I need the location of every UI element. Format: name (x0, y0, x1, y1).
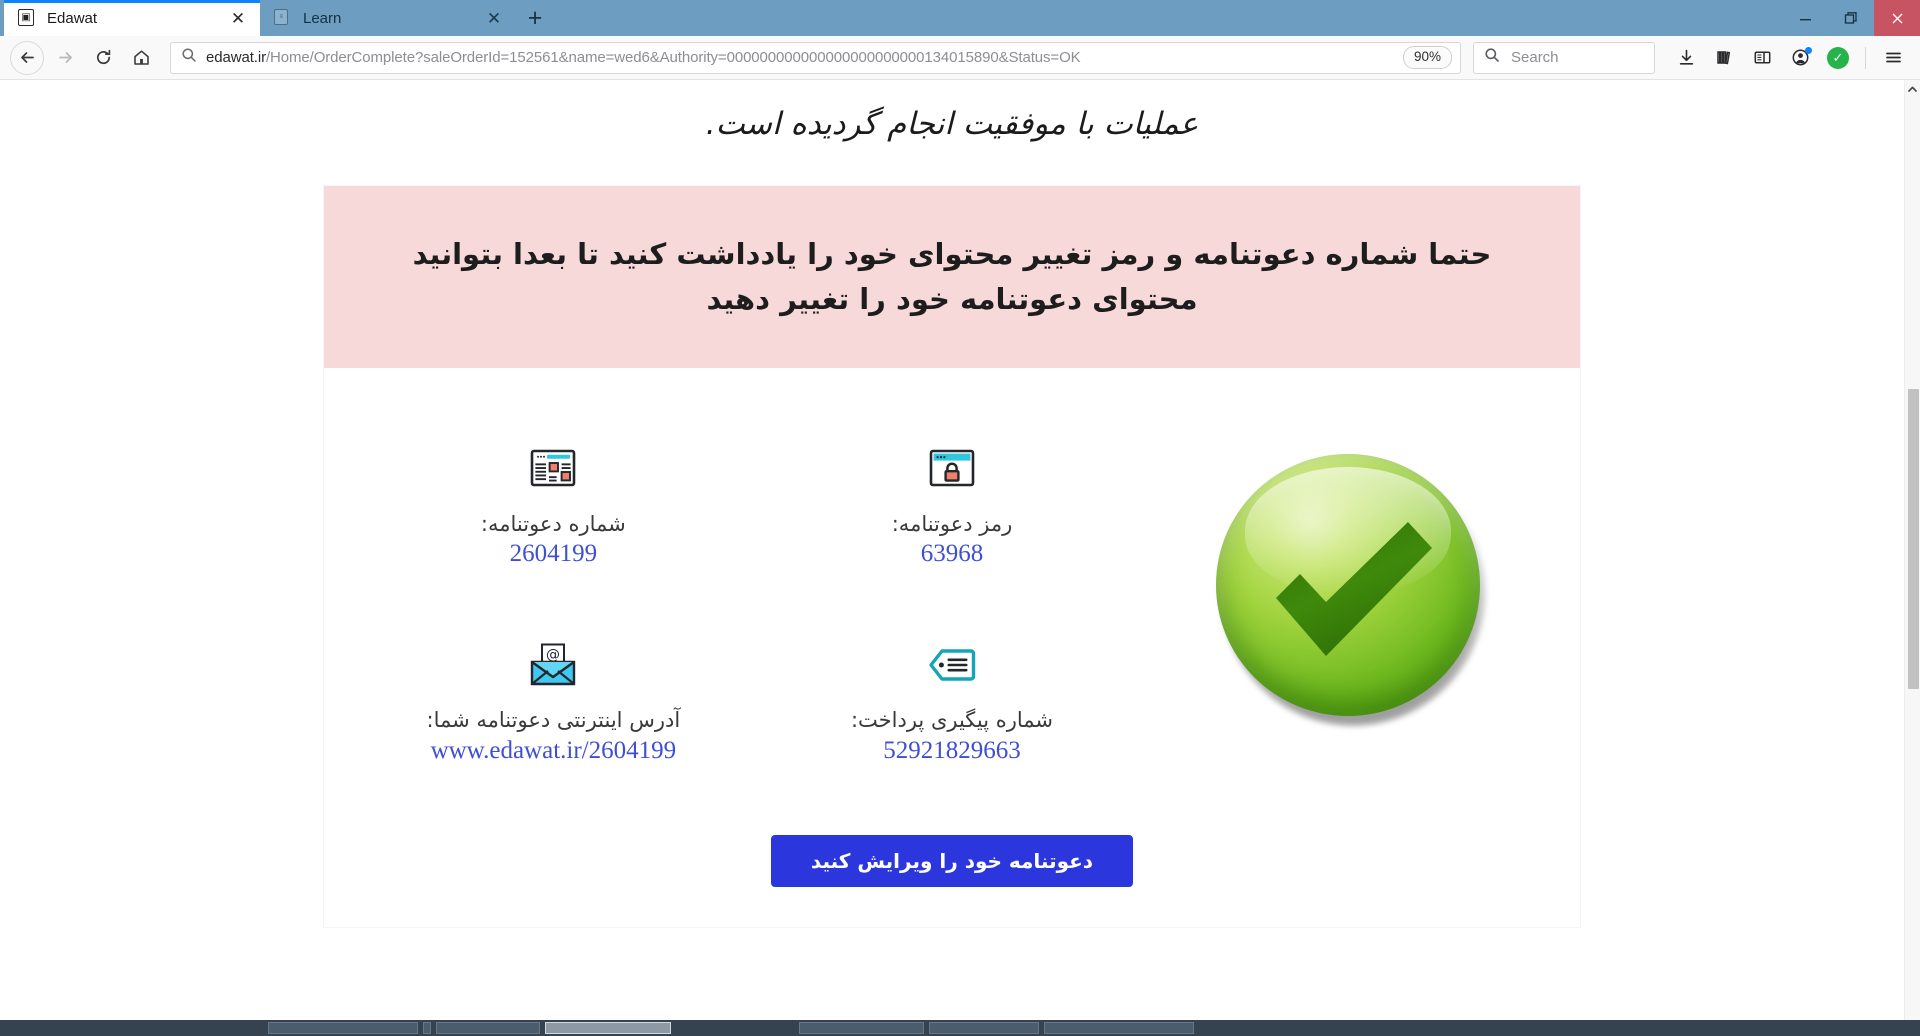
info-item-invitation-url: @ آدرس اینترنتی دعوتنامه شما: www.edawat… (354, 642, 753, 764)
search-bar[interactable]: Search (1473, 41, 1655, 74)
taskbar-item[interactable] (799, 1022, 924, 1034)
new-tab-button[interactable]: + (516, 0, 554, 36)
info-value: 52921829663 (883, 736, 1021, 764)
window-controls (1782, 0, 1920, 36)
result-card: حتما شماره دعوتنامه و رمز تغییر محتوای خ… (324, 186, 1580, 927)
downloads-icon[interactable] (1669, 41, 1703, 75)
page-title: عملیات با موفقیت انجام گردیده است. (705, 106, 1199, 142)
close-icon[interactable]: ✕ (228, 8, 248, 28)
titlebar: ▣ Edawat ✕ ≡ Learn ✕ + (0, 0, 1920, 36)
page-content: عملیات با موفقیت انجام گردیده است. حتما … (0, 80, 1904, 1036)
search-magnifier-icon (1484, 47, 1500, 68)
search-input[interactable]: Search (1511, 49, 1559, 66)
os-taskbar[interactable] (0, 1020, 1920, 1036)
taskbar-item[interactable] (929, 1022, 1039, 1034)
page-scrollbar[interactable] (1904, 80, 1920, 1036)
page-viewport: عملیات با موفقیت انجام گردیده است. حتما … (0, 80, 1920, 1036)
info-item-payment-tracking: شماره پیگیری پرداخت: 52921829663 (753, 642, 1152, 764)
taskbar-item[interactable] (423, 1022, 431, 1034)
scrollbar-thumb[interactable] (1908, 389, 1919, 689)
info-label: شماره پیگیری پرداخت: (850, 708, 1054, 733)
home-icon[interactable] (124, 41, 158, 75)
browser-lock-icon (753, 446, 1152, 492)
tab-title: Edawat (47, 9, 98, 27)
back-arrow-icon[interactable] (10, 40, 44, 75)
info-item-invitation-number: شماره دعوتنامه: 2604199 (354, 446, 753, 568)
info-value: 63968 (920, 540, 984, 568)
account-icon[interactable] (1783, 41, 1817, 75)
info-value[interactable]: www.edawat.ir/2604199 (354, 737, 753, 765)
browser-window: ▣ Edawat ✕ ≡ Learn ✕ + edawat.ir/Home/Or… (0, 0, 1920, 1036)
url-path: /Home/OrderComplete?saleOrderId=152561&n… (265, 49, 1081, 66)
scrollbar-track[interactable] (1906, 97, 1920, 1036)
info-item-invitation-password: رمز دعوتنامه: 63968 (753, 446, 1152, 568)
info-label: رمز دعوتنامه: (891, 511, 1013, 536)
url-bar[interactable]: edawat.ir/Home/OrderComplete?saleOrderId… (170, 41, 1461, 74)
library-icon[interactable] (1707, 41, 1741, 75)
url-text: edawat.ir/Home/OrderComplete?saleOrderId… (206, 49, 1394, 66)
status-check-icon[interactable]: ✓ (1821, 41, 1855, 75)
learn-favicon: ≡ (274, 9, 292, 27)
restore-icon[interactable] (1828, 0, 1874, 36)
close-icon[interactable] (1874, 0, 1920, 36)
sidebar-icon[interactable] (1745, 41, 1779, 75)
zoom-level-badge[interactable]: 90% (1402, 46, 1452, 69)
info-label: آدرس اینترنتی دعوتنامه شما: (426, 708, 681, 733)
edit-invitation-button[interactable]: دعوتنامه خود را ویرایش کنید (770, 834, 1134, 887)
search-magnifier-icon (181, 47, 197, 68)
info-label: شماره دعوتنامه: (480, 511, 626, 536)
edawat-favicon: ▣ (18, 9, 36, 27)
tab-title: Learn (303, 9, 342, 27)
taskbar-item-active[interactable] (545, 1022, 671, 1034)
taskbar-item[interactable] (436, 1022, 540, 1034)
action-row: دعوتنامه خود را ویرایش کنید (324, 765, 1580, 887)
warning-alert: حتما شماره دعوتنامه و رمز تغییر محتوای خ… (324, 186, 1580, 368)
close-icon[interactable]: ✕ (484, 8, 504, 28)
menu-hamburger-icon[interactable] (1876, 41, 1910, 75)
toolbar-icons: ✓ (1669, 41, 1910, 75)
toolbar-divider (1865, 46, 1866, 69)
tab-strip: ▣ Edawat ✕ ≡ Learn ✕ + (0, 0, 554, 36)
minimize-icon[interactable] (1782, 0, 1828, 36)
navigation-toolbar: edawat.ir/Home/OrderComplete?saleOrderId… (0, 36, 1920, 80)
email-envelope-icon: @ (354, 642, 753, 688)
svg-text:@: @ (546, 647, 560, 663)
taskbar-item[interactable] (268, 1022, 418, 1034)
tag-icon (753, 642, 1152, 688)
success-graphic-cell (1151, 446, 1550, 728)
info-grid: رمز دعوتنامه: 63968 شماره دعوتنامه: 2604… (324, 368, 1580, 765)
forward-arrow-icon (48, 41, 82, 75)
tab-learn[interactable]: ≡ Learn ✕ (260, 0, 516, 36)
tab-edawat[interactable]: ▣ Edawat ✕ (4, 0, 260, 36)
document-layout-icon (354, 446, 753, 492)
url-domain: edawat.ir (206, 49, 266, 66)
info-value: 2604199 (509, 540, 598, 568)
green-check-circle-icon (1212, 450, 1490, 728)
account-badge-dot (1805, 46, 1812, 54)
taskbar-item[interactable] (1044, 1022, 1194, 1034)
scroll-up-icon[interactable] (1905, 80, 1920, 97)
reload-icon[interactable] (86, 41, 120, 75)
